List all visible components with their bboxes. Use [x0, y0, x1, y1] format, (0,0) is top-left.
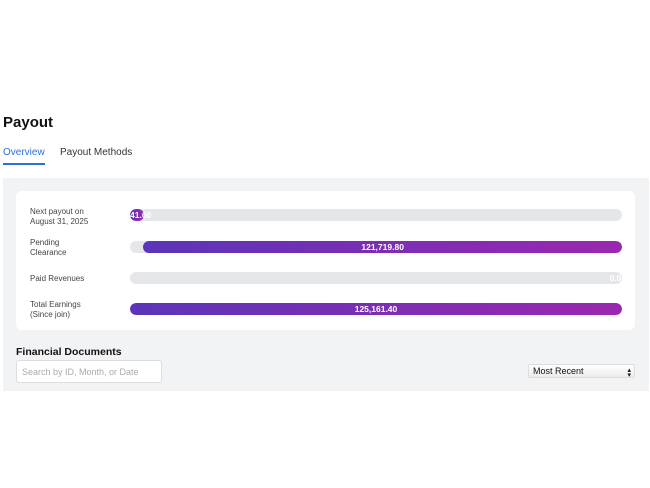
row-sublabel: Clearance: [30, 247, 67, 257]
page-title: Payout: [3, 114, 54, 131]
tab-overview[interactable]: Overview: [3, 147, 45, 165]
progress-fill: 125,161.40: [130, 303, 622, 315]
sort-value: Most Recent: [533, 366, 584, 376]
section-title: Financial Documents: [16, 346, 122, 358]
payout-panel: Next payout on August 31, 2025 41.60 Pend…: [3, 178, 649, 391]
progress-value: 0.00: [609, 273, 622, 283]
row-sublabel: August 31, 2025: [30, 216, 89, 226]
row-label: Pending: [30, 238, 60, 247]
progress-bar: 125,161.40: [130, 303, 622, 315]
progress-bar: 121,719.80: [130, 241, 622, 253]
progress-fill: 41.60: [130, 209, 152, 221]
progress-bar: 0.00: [130, 272, 622, 284]
row-sublabel: (Since join): [30, 309, 71, 319]
chevron-down-icon: ▾: [627, 372, 631, 379]
earnings-summary-card: Next payout on August 31, 2025 41.60 Pend…: [16, 191, 635, 330]
row-label: Total Earnings: [30, 300, 81, 309]
progress-bar: 41.60: [130, 209, 622, 221]
row-label: Paid Revenues: [30, 274, 85, 283]
sort-select[interactable]: Most Recent ▴ ▾: [528, 364, 635, 379]
documents-search-input[interactable]: [16, 360, 162, 383]
tab-payout-methods[interactable]: Payout Methods: [60, 147, 132, 163]
progress-fill: 121,719.80: [143, 241, 622, 253]
row-label: Next payout on: [30, 207, 84, 216]
